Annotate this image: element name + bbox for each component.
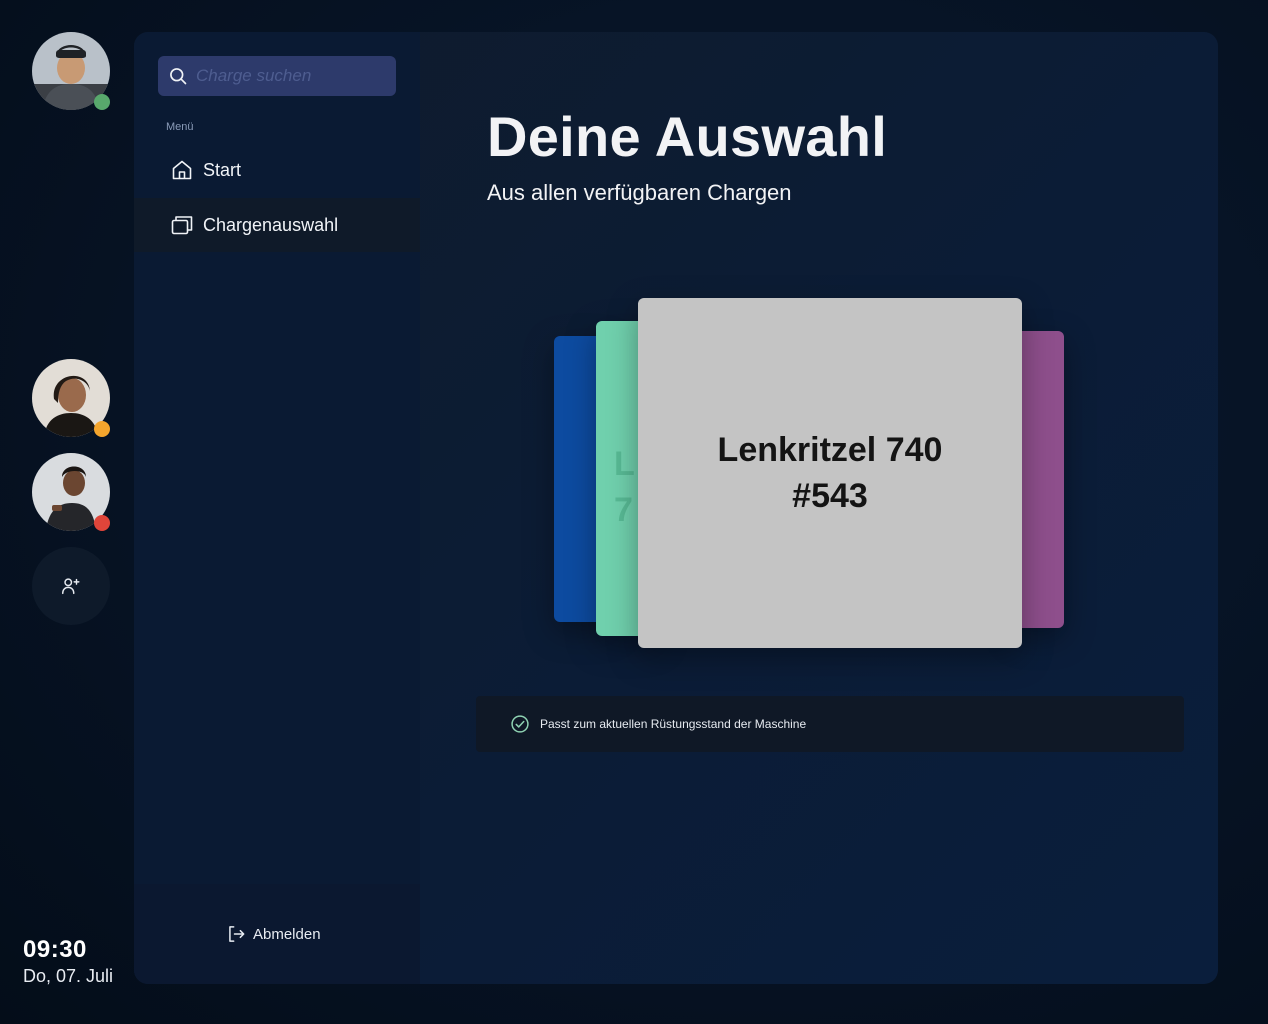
clock-date: Do, 07. Juli xyxy=(23,966,114,986)
avatar-user-2[interactable] xyxy=(32,359,110,437)
logout-button[interactable]: Abmelden xyxy=(227,924,321,944)
add-user-button[interactable] xyxy=(32,547,110,625)
search-input[interactable] xyxy=(196,66,386,86)
app-window: 09:30 Do, 07. Juli Menü xyxy=(0,0,1268,1024)
nav-item-chargenauswahl-label: Chargenauswahl xyxy=(203,214,339,235)
add-user-icon xyxy=(60,575,82,597)
menu-label: Menü xyxy=(166,121,194,133)
logout-icon xyxy=(227,924,247,944)
compatibility-text: Passt zum aktuellen Rüstungsstand der Ma… xyxy=(540,717,807,731)
check-circle-icon xyxy=(510,714,530,734)
clock: 09:30 Do, 07. Juli xyxy=(23,936,113,987)
main-panel: Menü Start Chargenauswahl xyxy=(134,32,1218,984)
avatar-user-1[interactable] xyxy=(32,32,110,110)
avatar-user-3[interactable] xyxy=(32,453,110,531)
search-box[interactable] xyxy=(158,56,396,96)
nav-item-start[interactable]: Start xyxy=(134,143,420,197)
search-icon xyxy=(168,66,188,86)
sidebar: Menü Start Chargenauswahl xyxy=(134,32,420,984)
status-online-dot xyxy=(94,94,110,110)
logout-label: Abmelden xyxy=(253,925,321,943)
sidebar-footer: Abmelden xyxy=(134,884,420,984)
page-title: Deine Auswahl xyxy=(487,105,888,168)
batch-card-number: #543 xyxy=(792,477,868,515)
nav-item-chargenauswahl[interactable]: Chargenauswahl xyxy=(134,198,420,252)
batch-card-green-label: L7 xyxy=(614,445,635,529)
status-busy-dot xyxy=(94,515,110,531)
cards-icon xyxy=(170,213,194,237)
home-icon xyxy=(170,158,194,182)
batch-card-selected[interactable]: Lenkritzel 740 #543 xyxy=(638,298,1022,648)
compatibility-info: Passt zum aktuellen Rüstungsstand der Ma… xyxy=(476,696,1184,752)
batch-card-name: Lenkritzel 740 xyxy=(717,431,943,469)
nav-item-start-label: Start xyxy=(203,159,242,180)
page-subtitle: Aus allen verfügbaren Chargen xyxy=(487,180,792,205)
status-away-dot xyxy=(94,421,110,437)
clock-time: 09:30 xyxy=(23,936,87,963)
